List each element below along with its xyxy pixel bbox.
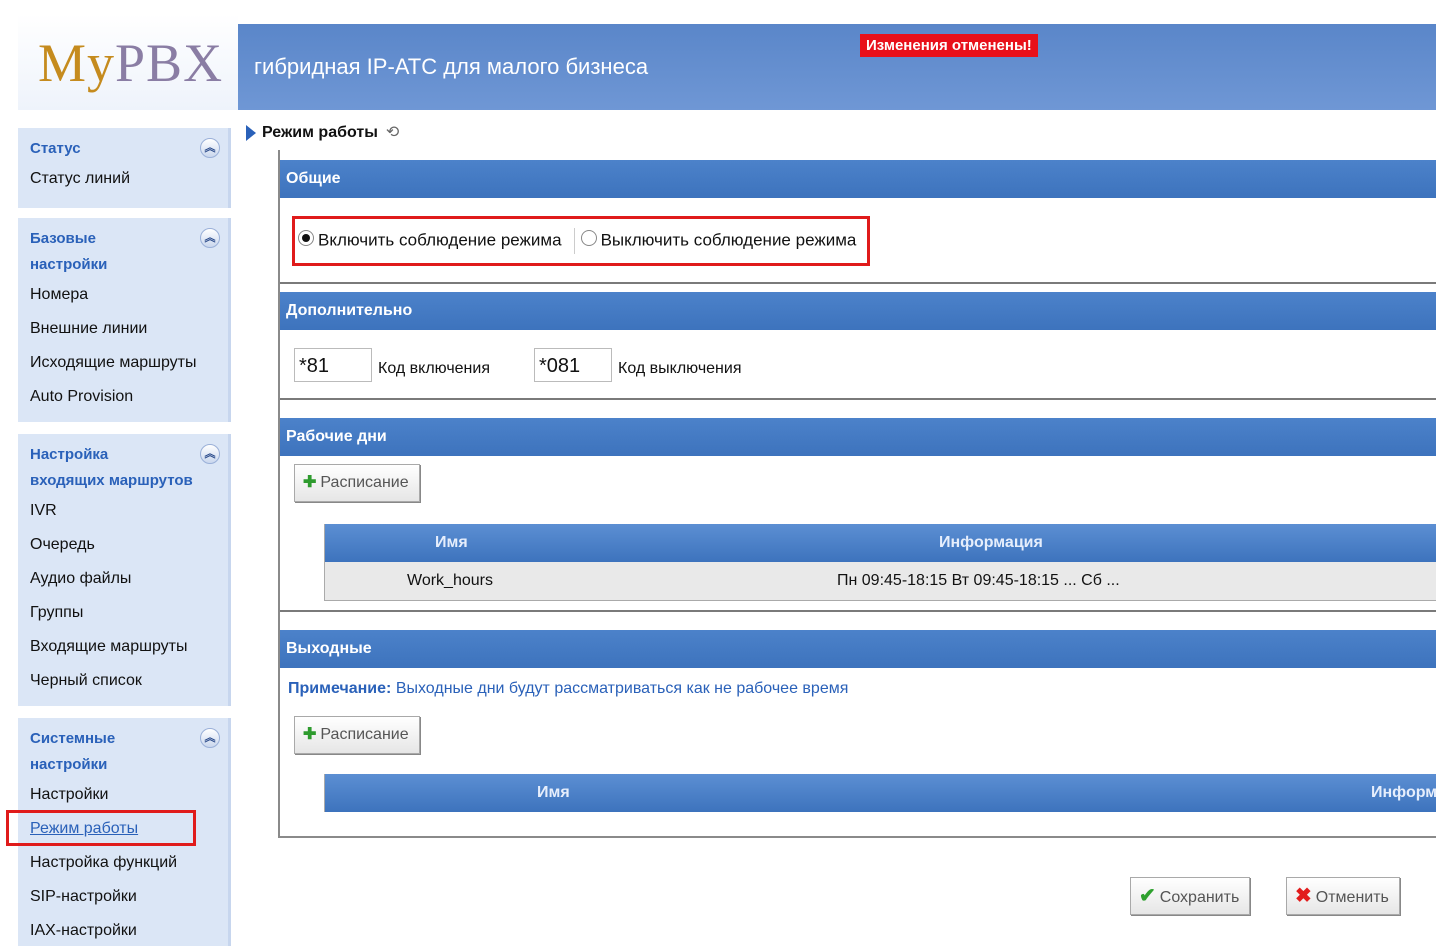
breadcrumb: Режим работы ⟲ <box>246 118 1436 148</box>
sidebar-group-inbound: Настройка входящих маршрутов ︽ IVR Очеред… <box>18 434 231 706</box>
sidebar-group-title[interactable]: Базовые настройки ︽ <box>18 218 228 278</box>
sidebar-group-basic: Базовые настройки ︽ Номера Внешние линии … <box>18 218 231 422</box>
sidebar-item-iax-settings[interactable]: IAX-настройки <box>18 914 228 948</box>
sidebar-item-numbers[interactable]: Номера <box>18 278 228 312</box>
collapse-icon[interactable]: ︽ <box>200 138 220 158</box>
section-holidays-header: Выходные <box>280 630 1436 668</box>
sidebar-group-title[interactable]: Системные настройки ︽ <box>18 718 228 778</box>
sidebar-item-settings[interactable]: Настройки <box>18 778 228 812</box>
collapse-icon[interactable]: ︽ <box>200 444 220 464</box>
add-workday-schedule-button[interactable]: ✚ Расписание <box>294 464 420 502</box>
sidebar-group-title[interactable]: Настройка входящих маршрутов ︽ <box>18 434 228 494</box>
table-header: Имя Информация <box>325 524 1436 562</box>
check-icon: ✔ <box>1139 885 1156 907</box>
close-icon: ✖ <box>1295 885 1312 907</box>
header-bar: гибридная IP-АТС для малого бизнеса Изме… <box>238 24 1436 110</box>
column-header-name[interactable]: Имя <box>435 524 468 562</box>
column-header-info[interactable]: Информация <box>939 524 1043 562</box>
add-holiday-schedule-button[interactable]: ✚ Расписание <box>294 716 420 754</box>
section-additional-header: Дополнительно <box>280 292 1436 330</box>
collapse-icon[interactable]: ︽ <box>200 228 220 248</box>
sidebar-item-queue[interactable]: Очередь <box>18 528 228 562</box>
logo-area: MyPBX <box>18 14 238 110</box>
refresh-icon[interactable]: ⟲ <box>386 124 399 141</box>
arrow-right-icon <box>246 124 256 141</box>
page-title: Режим работы <box>262 124 378 141</box>
logo-pbx: PBX <box>115 33 224 93</box>
sidebar-group-title[interactable]: Статус ︽ <box>18 128 228 162</box>
alert-badge: Изменения отменены! <box>860 34 1038 57</box>
section-divider <box>280 282 1436 284</box>
cancel-button[interactable]: ✖ Отменить <box>1286 877 1400 915</box>
workdays-table: Имя Информация Work_hours Пн 09:45-18:15… <box>324 524 1436 601</box>
column-header-name[interactable]: Имя <box>537 774 570 812</box>
highlight-frame <box>292 216 870 266</box>
sidebar-item-external-lines[interactable]: Внешние линии <box>18 312 228 346</box>
section-general-header: Общие <box>280 160 1436 198</box>
sidebar-item-audio-files[interactable]: Аудио файлы <box>18 562 228 596</box>
content-panel: Общие Включить соблюдение режима Выключит… <box>278 150 1436 838</box>
row-name: Work_hours <box>407 572 493 589</box>
plus-icon: ✚ <box>303 726 317 743</box>
plus-icon: ✚ <box>303 474 317 491</box>
logo: MyPBX <box>38 32 223 94</box>
save-button[interactable]: ✔ Сохранить <box>1130 877 1251 915</box>
logo-my: My <box>38 33 116 93</box>
sidebar-item-ivr[interactable]: IVR <box>18 494 228 528</box>
disable-code-label: Код выключения <box>618 360 742 377</box>
sidebar-item-blacklist[interactable]: Черный список <box>18 664 228 698</box>
highlight-frame <box>6 810 196 846</box>
holidays-note: Примечание: Выходные дни будут рассматри… <box>288 680 849 697</box>
sidebar-item-sip-settings[interactable]: SIP-настройки <box>18 880 228 914</box>
collapse-icon[interactable]: ︽ <box>200 728 220 748</box>
table-row[interactable]: Work_hours Пн 09:45-18:15 Вт 09:45-18:15… <box>325 562 1436 600</box>
sidebar-item-outbound-routes[interactable]: Исходящие маршруты <box>18 346 228 380</box>
sidebar-item-groups[interactable]: Группы <box>18 596 228 630</box>
section-workdays-header: Рабочие дни <box>280 418 1436 456</box>
sidebar-item-auto-provision[interactable]: Auto Provision <box>18 380 228 414</box>
sidebar-group-status: Статус ︽ Статус линий <box>18 128 231 208</box>
column-header-info[interactable]: Информа <box>1371 774 1436 812</box>
enable-code-label: Код включения <box>378 360 490 377</box>
row-info: Пн 09:45-18:15 Вт 09:45-18:15 ... Сб ... <box>837 572 1120 589</box>
table-header: Имя Информа <box>325 774 1436 812</box>
enable-code-input[interactable]: *81 <box>294 348 372 382</box>
sidebar-item-inbound-routes[interactable]: Входящие маршруты <box>18 630 228 664</box>
sidebar-item-line-status[interactable]: Статус линий <box>18 162 228 196</box>
header-tagline: гибридная IP-АТС для малого бизнеса <box>254 54 649 79</box>
section-divider <box>280 610 1436 612</box>
section-divider <box>280 398 1436 400</box>
holidays-table: Имя Информа <box>324 774 1436 812</box>
disable-code-input[interactable]: *081 <box>534 348 612 382</box>
sidebar-item-feature-settings[interactable]: Настройка функций <box>18 846 228 880</box>
